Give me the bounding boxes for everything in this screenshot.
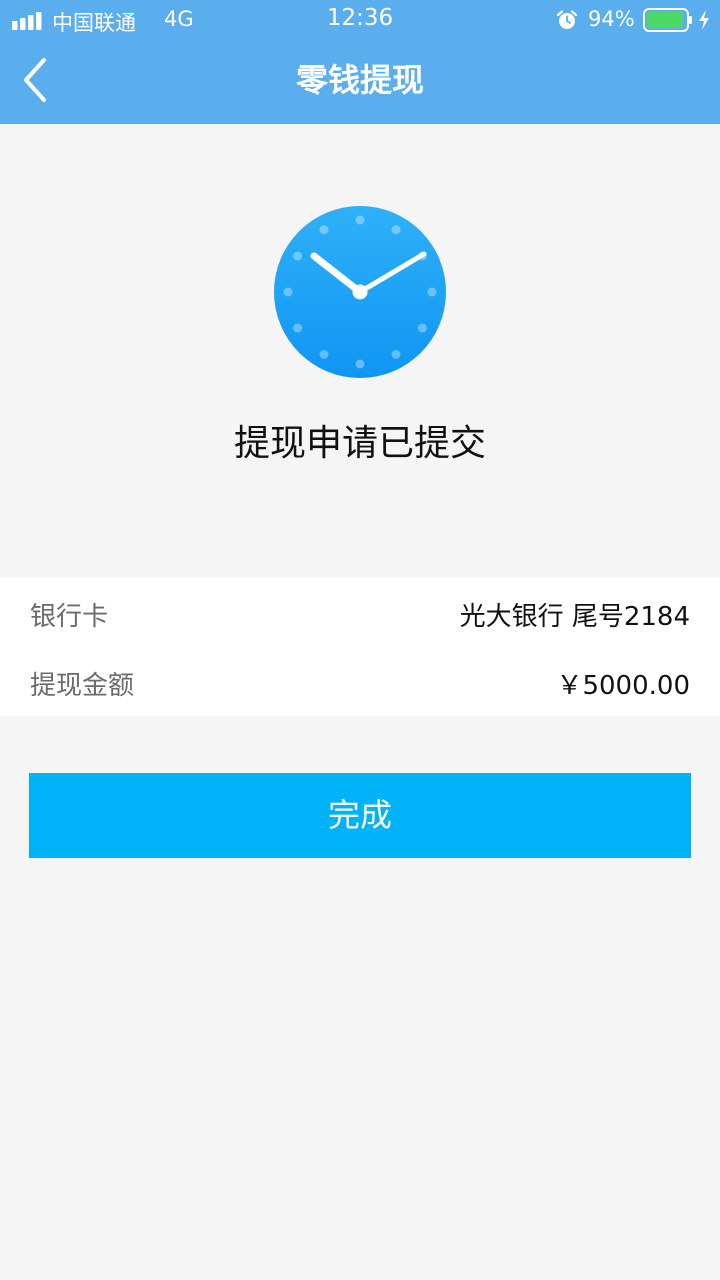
status-bar: 中国联通 4G 12:36 94% xyxy=(0,0,720,40)
done-button[interactable]: 完成 xyxy=(29,773,691,858)
amount-label: 提现金额 xyxy=(30,671,135,701)
result-title: 提现申请已提交 xyxy=(233,423,486,464)
alarm-icon xyxy=(556,10,578,29)
withdrawal-details: 银行卡 光大银行 尾号2184 提现金额 ￥5000.00 xyxy=(0,578,720,716)
page-title: 零钱提现 xyxy=(295,61,424,99)
bank-card-label: 银行卡 xyxy=(30,602,109,632)
amount-value: ￥5000.00 xyxy=(556,671,690,701)
clock-icon xyxy=(274,206,446,378)
detail-row-amount: 提现金额 ￥5000.00 xyxy=(0,647,720,716)
battery-icon xyxy=(643,8,692,32)
battery-percent: 94% xyxy=(588,7,635,31)
charging-bolt-icon xyxy=(699,10,709,30)
header: 中国联通 4G 12:36 94% 零钱提现 xyxy=(0,0,720,124)
detail-row-bank-card: 银行卡 光大银行 尾号2184 xyxy=(0,578,720,647)
bank-card-value: 光大银行 尾号2184 xyxy=(459,602,690,632)
nav-bar: 零钱提现 xyxy=(0,40,720,124)
